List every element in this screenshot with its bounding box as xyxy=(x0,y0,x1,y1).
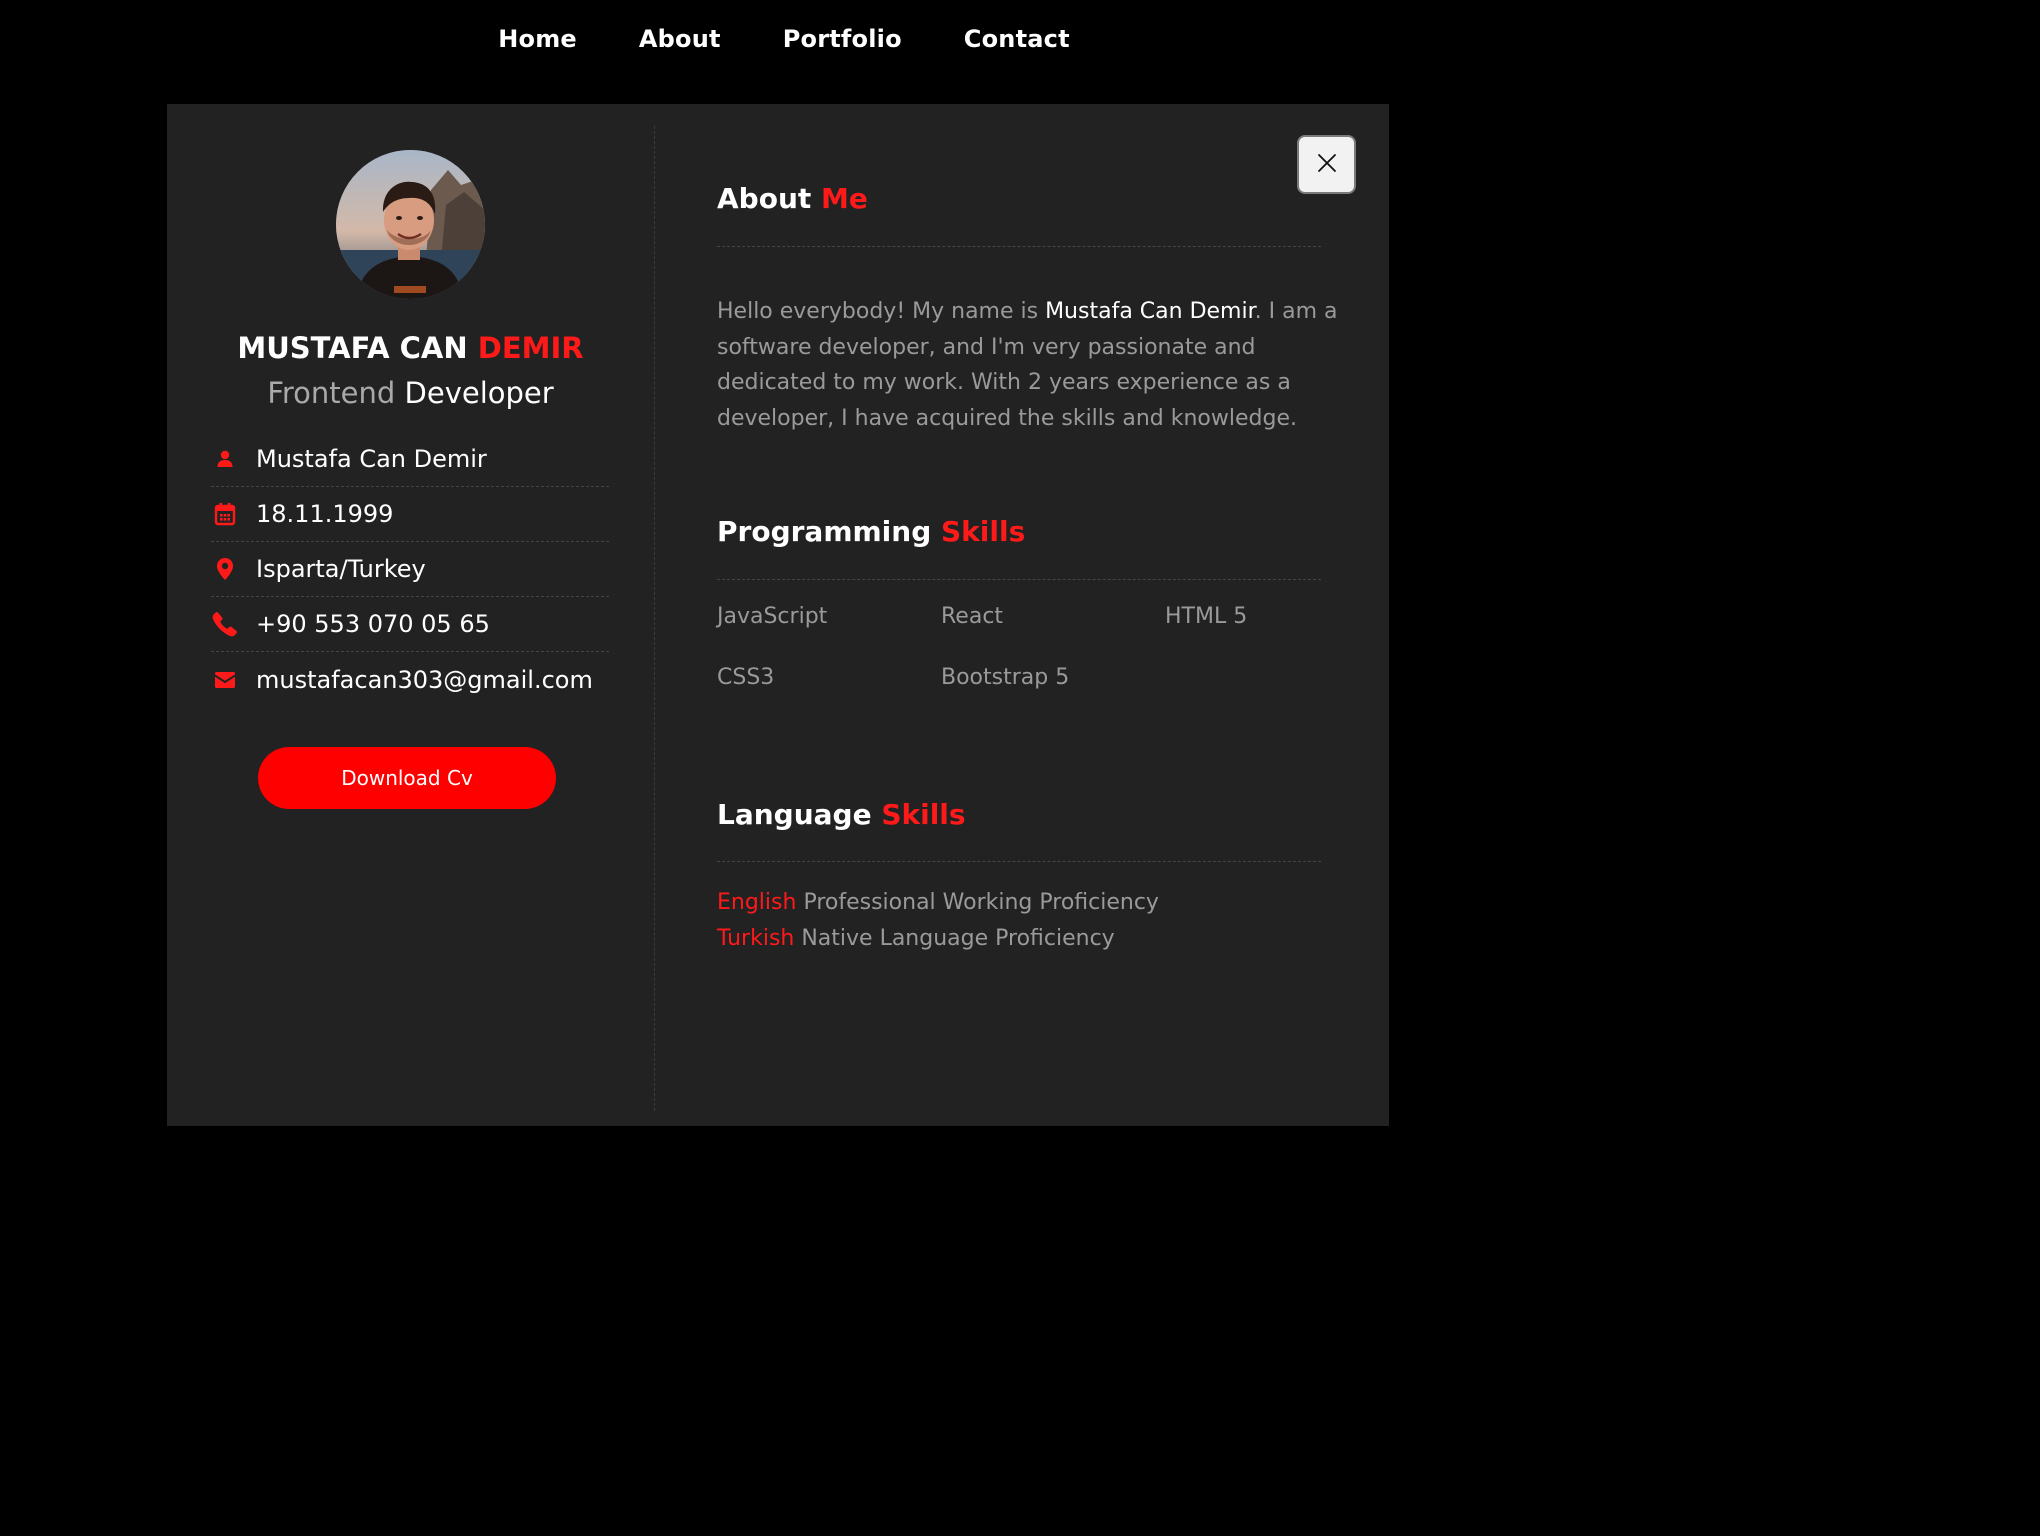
skill-item: JavaScript xyxy=(717,604,828,629)
column-divider xyxy=(654,126,655,1111)
language-level: Native Language Proficiency xyxy=(801,925,1115,951)
info-row-birthdate: 18.11.1999 xyxy=(211,487,609,542)
about-text-highlight: Mustafa Can Demir xyxy=(1045,299,1255,324)
skill-item: React xyxy=(941,604,1004,629)
about-section-title: About Me xyxy=(717,182,868,215)
language-name: Turkish xyxy=(717,925,795,951)
language-divider xyxy=(717,861,1321,862)
role-main: Developer xyxy=(404,376,554,410)
about-modal: MUSTAFA CAN DEMIR Frontend Developer Mus… xyxy=(167,104,1389,1126)
location-pin-icon xyxy=(211,555,239,583)
info-name-text: Mustafa Can Demir xyxy=(256,445,487,473)
skill-item: Bootstrap 5 xyxy=(941,665,1070,690)
nav-contact-link[interactable]: Contact xyxy=(964,25,1070,53)
info-row-phone: +90 553 070 05 65 xyxy=(211,597,609,652)
user-icon xyxy=(211,445,239,473)
programming-title-white: Programming xyxy=(717,515,932,548)
envelope-icon xyxy=(211,666,239,694)
language-skills-list: English Professional Working Proficiency… xyxy=(717,885,1357,956)
close-button[interactable] xyxy=(1297,135,1356,194)
nav-about-link[interactable]: About xyxy=(639,25,721,53)
language-level: Professional Working Proficiency xyxy=(803,890,1159,915)
language-name: English xyxy=(717,890,797,915)
skill-item: CSS3 xyxy=(717,665,775,690)
info-email-text: mustafacan303@gmail.com xyxy=(256,665,593,694)
info-birthdate-text: 18.11.1999 xyxy=(256,500,394,528)
language-section-title: Language Skills xyxy=(717,798,966,831)
programming-skills-list: JavaScript React HTML 5 CSS3 Bootstrap 5 xyxy=(717,599,1389,696)
profile-panel: MUSTAFA CAN DEMIR Frontend Developer Mus… xyxy=(167,104,654,1126)
download-cv-button[interactable]: Download Cv xyxy=(258,747,556,809)
profile-role: Frontend Developer xyxy=(167,376,654,410)
info-phone-text: +90 553 070 05 65 xyxy=(256,610,490,638)
avatar xyxy=(336,150,485,299)
top-nav: Home About Portfolio Contact xyxy=(0,0,1568,78)
about-text-before: Hello everybody! My name is xyxy=(717,299,1046,324)
role-prefix: Frontend xyxy=(267,376,396,410)
about-title-red: Me xyxy=(821,182,868,215)
about-paragraph: Hello everybody! My name is Mustafa Can … xyxy=(717,294,1367,436)
programming-section-title: Programming Skills xyxy=(717,515,1025,548)
info-row-name: Mustafa Can Demir xyxy=(211,432,609,487)
nav-portfolio-link[interactable]: Portfolio xyxy=(783,25,902,53)
programming-title-red: Skills xyxy=(941,515,1026,548)
language-title-red: Skills xyxy=(881,798,966,831)
info-row-location: Isparta/Turkey xyxy=(211,542,609,597)
info-row-email: mustafacan303@gmail.com xyxy=(211,652,609,707)
about-title-white: About xyxy=(717,182,812,215)
close-icon xyxy=(1317,153,1337,177)
phone-icon xyxy=(211,610,239,638)
contact-info-list: Mustafa Can Demir 18.11.1999 Isparta/Tur… xyxy=(211,432,609,707)
info-location-text: Isparta/Turkey xyxy=(256,555,426,583)
name-last-part: DEMIR xyxy=(477,331,584,365)
profile-full-name: MUSTAFA CAN DEMIR xyxy=(167,331,654,365)
language-title-white: Language xyxy=(717,798,872,831)
skill-item: HTML 5 xyxy=(1165,604,1248,629)
language-item: Turkish Native Language Proficiency xyxy=(717,921,1357,957)
programming-divider xyxy=(717,579,1321,580)
calendar-icon xyxy=(211,500,239,528)
about-divider xyxy=(717,246,1321,247)
name-first-part: MUSTAFA CAN xyxy=(237,331,468,365)
language-item: English Professional Working Proficiency xyxy=(717,885,1357,921)
nav-home-link[interactable]: Home xyxy=(498,25,577,53)
